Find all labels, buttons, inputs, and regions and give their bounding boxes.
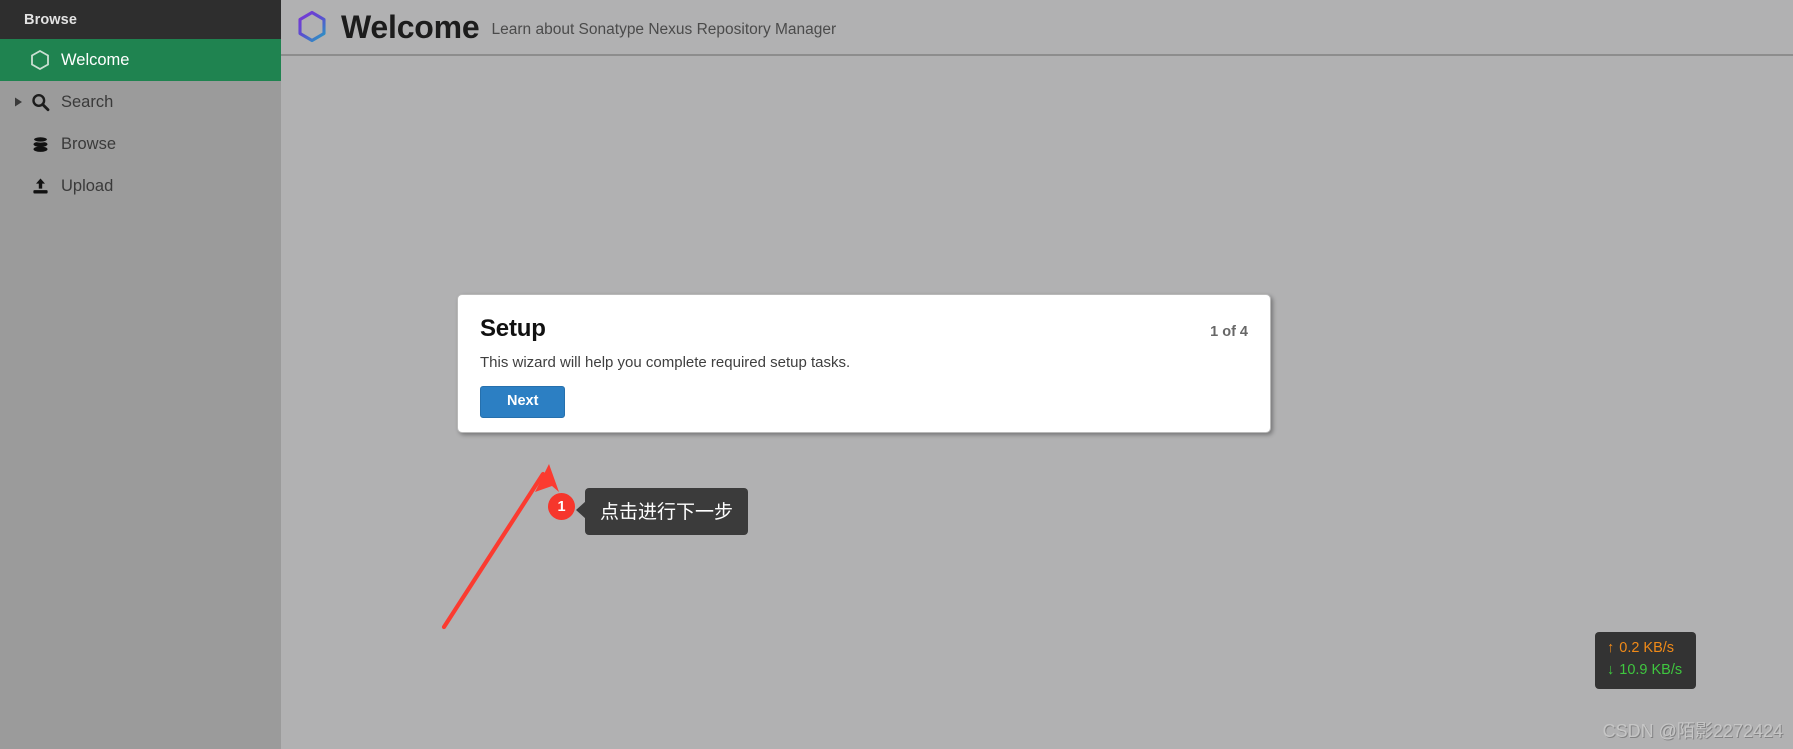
sidebar-item-welcome-label: Welcome: [61, 50, 130, 69]
page-header: Welcome Learn about Sonatype Nexus Repos…: [281, 0, 1793, 56]
next-button[interactable]: Next: [480, 386, 566, 418]
step-tooltip: 点击进行下一步: [575, 488, 749, 535]
sidebar-item-search-label: Search: [61, 92, 114, 111]
setup-wizard-dialog: Setup 1 of 4 This wizard will help you c…: [457, 294, 1271, 433]
network-speed-widget[interactable]: ↑ 0.2 KB/s ↓ 10.9 KB/s: [1595, 632, 1697, 689]
download-speed-row: ↓ 10.9 KB/s: [1607, 660, 1682, 682]
modal-description: This wizard will help you complete requi…: [480, 354, 851, 371]
arrow-up-icon: ↑: [1607, 640, 1615, 656]
sidebar-header-label: Browse: [24, 11, 77, 28]
sidebar-item-browse[interactable]: Browse: [0, 123, 281, 165]
sidebar-header: Browse: [0, 0, 281, 39]
upload-speed-row: ↑ 0.2 KB/s: [1607, 638, 1682, 660]
upload-speed-value: 0.2 KB/s: [1619, 640, 1675, 656]
sidebar-item-browse-label: Browse: [61, 134, 117, 153]
nexus-hexagon-icon: [295, 10, 329, 44]
page-title: Welcome: [341, 9, 480, 45]
modal-actions: Next: [458, 371, 1270, 418]
modal-title: Setup: [480, 315, 546, 342]
sidebar-item-welcome[interactable]: Welcome: [0, 39, 281, 81]
watermark-text: CSDN @陌影2272424: [1602, 721, 1783, 741]
sidebar-item-search[interactable]: Search: [0, 81, 281, 123]
download-speed-value: 10.9 KB/s: [1619, 661, 1683, 678]
magnifier-icon: [26, 93, 54, 112]
sidebar-item-upload[interactable]: Upload: [0, 165, 281, 207]
database-icon: [26, 135, 54, 154]
page-subtitle: Learn about Sonatype Nexus Repository Ma…: [491, 21, 837, 38]
wizard-step-indicator: 1 of 4: [1210, 324, 1248, 340]
sidebar: Browse Welcome Search Browse Upload: [0, 0, 281, 749]
arrow-down-icon: ↓: [1607, 661, 1615, 678]
chevron-right-icon[interactable]: [10, 97, 26, 107]
modal-title-row: Setup 1 of 4: [458, 295, 1270, 343]
step-number-badge: 1: [548, 493, 575, 520]
sidebar-item-upload-label: Upload: [61, 176, 114, 195]
upload-icon: [26, 177, 54, 196]
hexagon-icon: [26, 50, 54, 70]
